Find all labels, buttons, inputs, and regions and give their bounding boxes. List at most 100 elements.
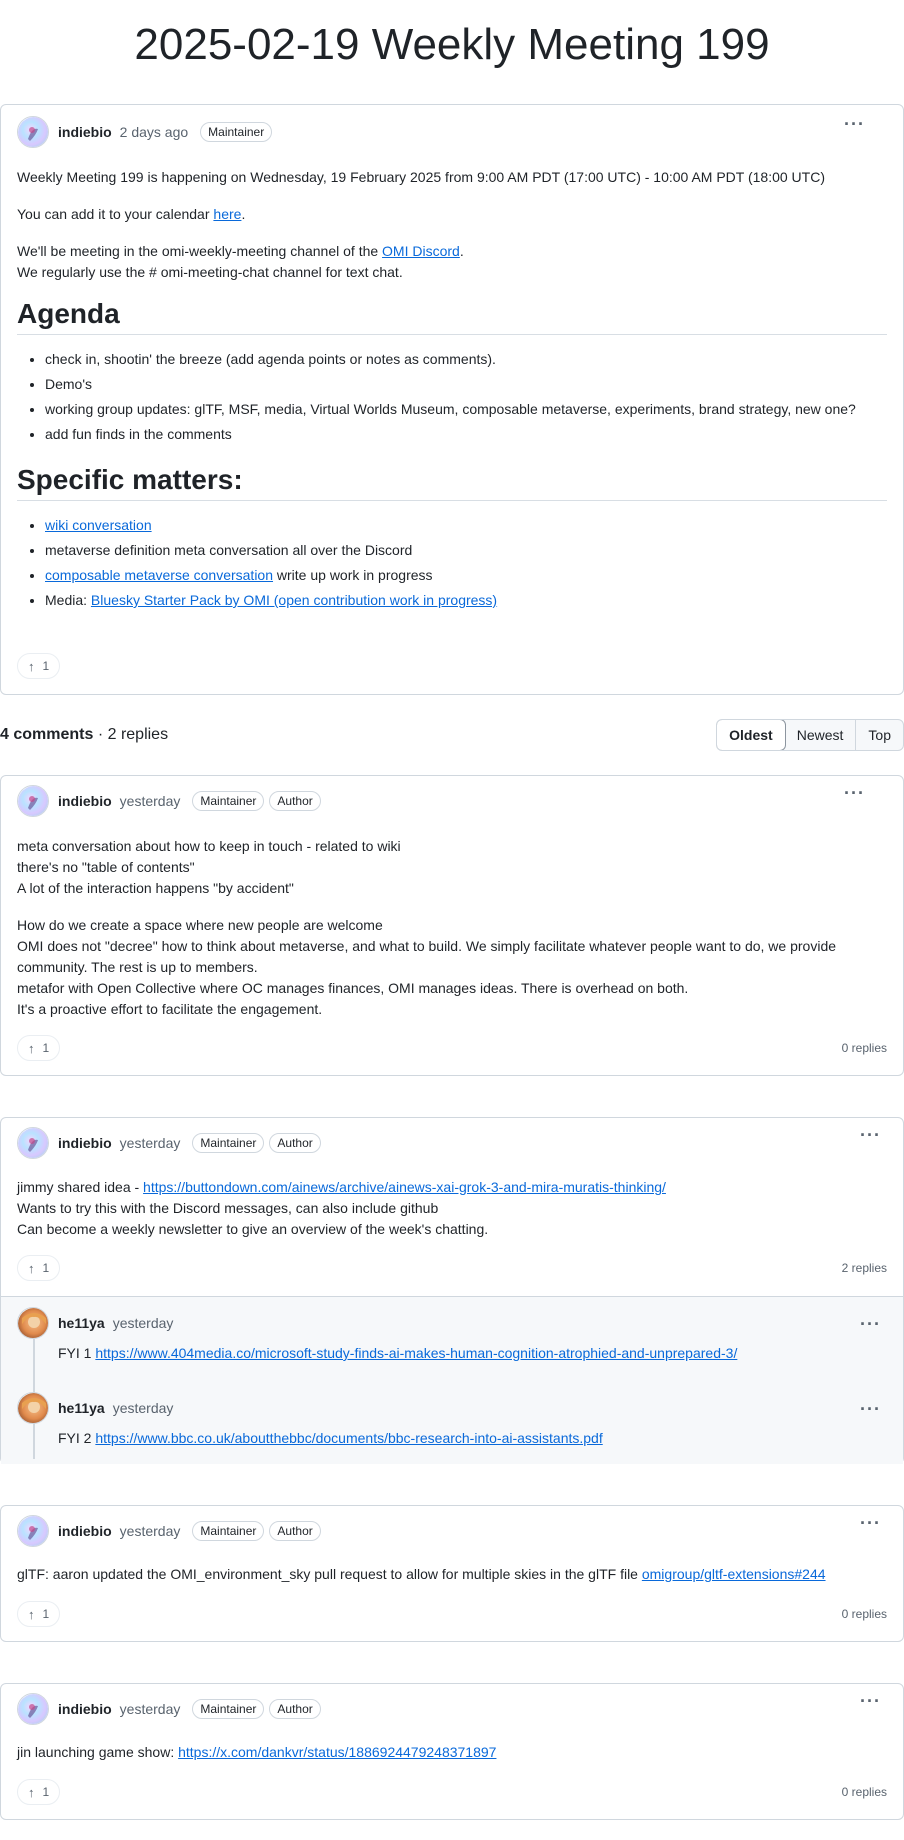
more-options-icon[interactable]: ··· <box>860 1514 881 1532</box>
avatar[interactable] <box>17 1307 49 1339</box>
sort-oldest-button[interactable]: Oldest <box>717 720 786 750</box>
author-badge: Author <box>269 791 321 811</box>
comment: indiebio yesterday Maintainer Author ···… <box>0 1505 904 1642</box>
omi-discord-link[interactable]: OMI Discord <box>382 243 460 259</box>
maintainer-badge: Maintainer <box>192 1699 265 1719</box>
maintainer-badge: Maintainer <box>192 1133 265 1153</box>
comment: indiebio yesterday Maintainer Author ···… <box>0 1117 904 1464</box>
timestamp[interactable]: yesterday <box>120 1523 181 1539</box>
upvote-button[interactable]: ↑ 1 <box>17 1601 61 1627</box>
timestamp[interactable]: yesterday <box>120 1135 181 1151</box>
author-name[interactable]: he11ya <box>58 1315 105 1331</box>
reply-body: FYI 2 https://www.bbc.co.uk/aboutthebbc/… <box>58 1430 603 1446</box>
reply-body: FYI 1 https://www.404media.co/microsoft-… <box>58 1345 738 1361</box>
author-name[interactable]: he11ya <box>58 1400 105 1416</box>
post-paragraph: You can add it to your calendar here. <box>17 206 246 222</box>
gltf-extensions-link[interactable]: omigroup/gltf-extensions#244 <box>642 1566 826 1582</box>
404media-link[interactable]: https://www.404media.co/microsoft-study-… <box>95 1345 737 1361</box>
comment-paragraph: How do we create a space where new peopl… <box>17 917 837 1017</box>
list-item: working group updates: glTF, MSF, media,… <box>45 399 887 420</box>
replies-count: 2 replies <box>841 1261 887 1275</box>
arrow-up-icon: ↑ <box>28 1260 35 1276</box>
author-badge: Author <box>269 1521 321 1541</box>
arrow-up-icon: ↑ <box>28 1606 35 1622</box>
arrow-up-icon: ↑ <box>28 658 35 674</box>
list-item: wiki conversation <box>45 515 887 536</box>
arrow-up-icon: ↑ <box>28 1040 35 1056</box>
avatar[interactable] <box>17 1127 49 1159</box>
x-status-link[interactable]: https://x.com/dankvr/status/188692447924… <box>178 1744 496 1760</box>
avatar[interactable] <box>17 1392 49 1424</box>
author-badge: Author <box>269 1133 321 1153</box>
more-options-icon[interactable]: ··· <box>860 1126 881 1144</box>
specific-matters-heading: Specific matters: <box>17 466 887 501</box>
author-name[interactable]: indiebio <box>58 1701 112 1717</box>
sort-newest-button[interactable]: Newest <box>785 720 856 750</box>
replies-count: 0 replies <box>841 1607 887 1621</box>
comment-line: jimmy shared idea - https://buttondown.c… <box>17 1179 666 1195</box>
list-item: add fun finds in the comments <box>45 424 887 445</box>
arrow-up-icon: ↑ <box>28 1784 35 1800</box>
comment: indiebio yesterday Maintainer Author ···… <box>0 1683 904 1820</box>
upvote-button[interactable]: ↑ 1 <box>17 1255 61 1281</box>
replies-thread: he11ya yesterday ··· FYI 1 https://www.4… <box>1 1296 903 1464</box>
comment-line: Wants to try this with the Discord messa… <box>17 1200 439 1216</box>
more-options-icon[interactable]: ··· <box>860 1400 881 1418</box>
sort-top-button[interactable]: Top <box>855 720 903 750</box>
more-options-icon[interactable]: ··· <box>860 1692 881 1710</box>
more-options-icon[interactable]: ··· <box>860 1315 881 1333</box>
replies-count: 0 replies <box>841 1785 887 1799</box>
bbc-research-link[interactable]: https://www.bbc.co.uk/aboutthebbc/docume… <box>95 1430 602 1446</box>
author-name[interactable]: indiebio <box>58 1135 112 1151</box>
comment-body: jin launching game show: https://x.com/d… <box>17 1744 497 1760</box>
comment: indiebio yesterday Maintainer Author ···… <box>0 775 904 1076</box>
more-options-icon[interactable]: ··· <box>844 784 865 802</box>
replies-count: 0 replies <box>841 1041 887 1055</box>
comment-body: glTF: aaron updated the OMI_environment_… <box>17 1566 826 1582</box>
comment-paragraph: meta conversation about how to keep in t… <box>17 838 401 896</box>
author-name[interactable]: indiebio <box>58 1523 112 1539</box>
specific-list: wiki conversation metaverse definition m… <box>17 515 887 611</box>
agenda-list: check in, shootin' the breeze (add agend… <box>17 349 887 445</box>
comments-header: 4 comments · 2 replies Oldest Newest Top <box>0 717 904 753</box>
timestamp[interactable]: yesterday <box>113 1315 174 1331</box>
page-title: 2025-02-19 Weekly Meeting 199 <box>134 20 770 69</box>
reply: he11ya yesterday ··· <box>17 1392 887 1424</box>
avatar[interactable] <box>17 1693 49 1725</box>
maintainer-badge: Maintainer <box>200 122 273 142</box>
upvote-button[interactable]: ↑ 1 <box>17 653 61 679</box>
maintainer-badge: Maintainer <box>192 791 265 811</box>
author-name[interactable]: indiebio <box>58 124 112 140</box>
post-paragraph: We'll be meeting in the omi-weekly-meeti… <box>17 243 464 280</box>
bluesky-starter-pack-link[interactable]: Bluesky Starter Pack by OMI (open contri… <box>91 592 497 608</box>
list-item: Media: Bluesky Starter Pack by OMI (open… <box>45 590 887 611</box>
post-paragraph: Weekly Meeting 199 is happening on Wedne… <box>17 169 825 185</box>
comments-summary: 4 comments · 2 replies <box>0 726 169 743</box>
timestamp[interactable]: yesterday <box>120 793 181 809</box>
timestamp[interactable]: yesterday <box>120 1701 181 1717</box>
author-badge: Author <box>269 1699 321 1719</box>
timestamp[interactable]: yesterday <box>113 1400 174 1416</box>
list-item: metaverse definition meta conversation a… <box>45 540 887 561</box>
avatar[interactable] <box>17 1515 49 1547</box>
timestamp[interactable]: 2 days ago <box>120 124 189 140</box>
author-name[interactable]: indiebio <box>58 793 112 809</box>
sort-options: Oldest Newest Top <box>716 719 904 751</box>
wiki-conversation-link[interactable]: wiki conversation <box>45 517 152 533</box>
list-item: Demo's <box>45 374 887 395</box>
comment-line: Can become a weekly newsletter to give a… <box>17 1221 489 1237</box>
maintainer-badge: Maintainer <box>192 1521 265 1541</box>
upvote-button[interactable]: ↑ 1 <box>17 1779 61 1805</box>
more-options-icon[interactable]: ··· <box>844 115 865 133</box>
avatar[interactable] <box>17 116 49 148</box>
upvote-button[interactable]: ↑ 1 <box>17 1035 61 1061</box>
calendar-link[interactable]: here <box>213 206 241 222</box>
avatar[interactable] <box>17 785 49 817</box>
discussion-post: indiebio 2 days ago Maintainer ··· Weekl… <box>0 104 904 695</box>
list-item: check in, shootin' the breeze (add agend… <box>45 349 887 370</box>
reply: he11ya yesterday ··· <box>17 1307 887 1339</box>
composable-metaverse-link[interactable]: composable metaverse conversation <box>45 567 273 583</box>
buttondown-link[interactable]: https://buttondown.com/ainews/archive/ai… <box>143 1179 666 1195</box>
list-item: composable metaverse conversation write … <box>45 565 887 586</box>
agenda-heading: Agenda <box>17 300 887 335</box>
